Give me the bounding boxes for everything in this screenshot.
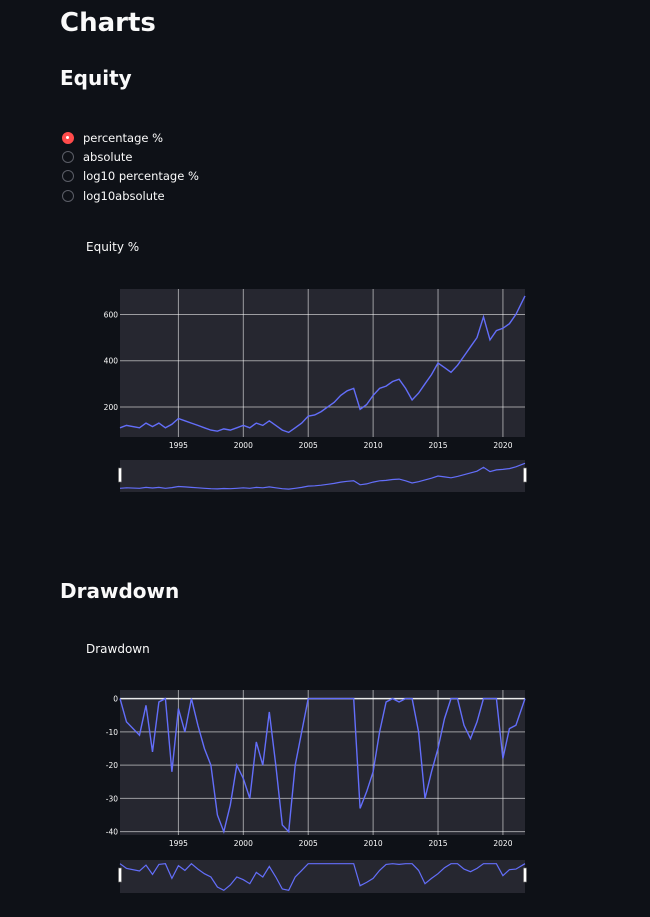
x-tick-label: 2010: [364, 839, 383, 848]
y-tick-label: -20: [106, 761, 118, 770]
y-tick-label: 400: [104, 357, 119, 366]
range-slider: [120, 860, 525, 893]
y-tick-label: -40: [106, 828, 118, 837]
x-tick-label: 2020: [493, 441, 512, 450]
x-tick-label: 1995: [169, 441, 188, 450]
x-tick-label: 2005: [299, 441, 318, 450]
range-slider-right-handle[interactable]: [523, 467, 527, 483]
range-slider-left-handle[interactable]: [118, 867, 122, 883]
y-tick-label: -30: [106, 794, 118, 803]
x-tick-label: 1995: [169, 839, 188, 848]
plot-area: [120, 289, 525, 437]
y-tick-label: 200: [104, 403, 119, 412]
range-slider-right-handle[interactable]: [523, 867, 527, 883]
y-tick-label: 600: [104, 310, 119, 319]
x-tick-label: 2010: [364, 441, 383, 450]
y-tick-label: 0: [113, 695, 118, 704]
x-tick-label: 2015: [428, 839, 447, 848]
x-tick-label: 2015: [428, 441, 447, 450]
charts-canvas: 1995 2000 2005 2010 2015 2020 200 400 600 1995 200…: [104, 289, 527, 893]
x-tick-label: 2000: [234, 839, 253, 848]
x-tick-label: 2000: [234, 441, 253, 450]
plot-area: [120, 690, 525, 835]
y-tick-label: -10: [106, 728, 118, 737]
x-tick-label: 2005: [299, 839, 318, 848]
range-slider-left-handle[interactable]: [118, 467, 122, 483]
x-tick-label: 2020: [493, 839, 512, 848]
